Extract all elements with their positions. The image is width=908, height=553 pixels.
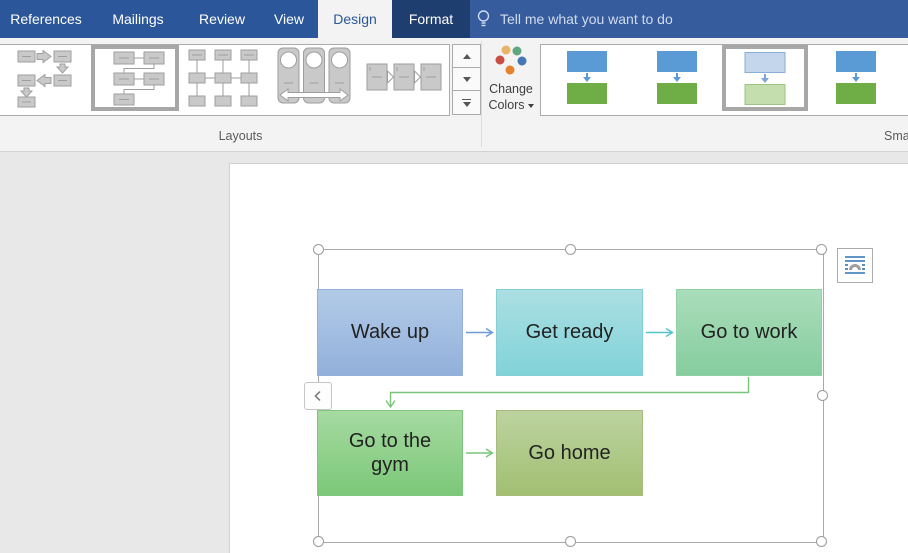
tab-format[interactable]: Format <box>392 0 470 38</box>
tab-format-label: Format <box>409 11 453 27</box>
change-colors-label-line2: Colors <box>488 98 524 112</box>
tab-design-label: Design <box>333 11 377 27</box>
ribbon-tab-bar: References Mailings Review View Design F… <box>0 0 908 38</box>
smartart-style-subtle-effect-selected[interactable] <box>722 45 808 111</box>
repeating-bending-process-icon <box>96 50 174 106</box>
tab-review[interactable]: Review <box>184 0 260 38</box>
smartart-node-go-to-work[interactable]: Go to work <box>676 289 822 376</box>
change-colors-label-line1: Change <box>489 82 533 96</box>
layout-thumb-bending-process-arrows[interactable] <box>17 48 75 108</box>
change-colors-icon <box>493 44 529 78</box>
tell-me-label: Tell me what you want to do <box>500 11 673 27</box>
smartart-style-intense-effect[interactable] <box>835 51 877 104</box>
smartart-node-wake-up[interactable]: Wake up <box>317 289 463 376</box>
layout-thumb-picture-accent-process[interactable] <box>366 60 442 94</box>
tab-view-label: View <box>274 11 304 27</box>
continuous-picture-list-icon <box>277 47 351 107</box>
tab-view[interactable]: View <box>260 0 318 38</box>
style-subtle-effect-icon <box>744 52 786 105</box>
layout-options-icon <box>844 255 866 277</box>
layouts-gallery-scroll-up-button[interactable] <box>452 44 481 69</box>
tab-design-active[interactable]: Design <box>318 0 392 38</box>
selection-handle-right-middle[interactable] <box>817 390 828 401</box>
picture-accent-process-icon <box>366 60 442 94</box>
gallery-more-icon <box>462 99 471 100</box>
word-smartart-window: { "tabs": { "items": [ {"label": "Refere… <box>0 0 908 552</box>
selection-handle-top-left[interactable] <box>313 244 324 255</box>
layouts-gallery-more-button[interactable] <box>452 90 481 115</box>
layouts-gallery-scroll-down-button[interactable] <box>452 67 481 92</box>
scroll-down-icon <box>463 77 471 82</box>
selection-handle-bottom-left[interactable] <box>313 536 324 547</box>
style-white-outline-icon <box>656 51 698 104</box>
node-label: Go to the gym <box>335 429 445 478</box>
tell-me-box[interactable]: Tell me what you want to do <box>476 0 673 38</box>
ribbon-design-tab-content: Layouts Change Colors <box>0 38 908 152</box>
tab-review-label: Review <box>199 11 245 27</box>
style-simple-fill-icon <box>566 51 608 104</box>
bending-process-arrows-icon <box>17 48 75 108</box>
block-list-grid-icon <box>188 48 258 108</box>
tab-references[interactable]: References <box>0 0 92 38</box>
group-separator <box>481 41 482 147</box>
selection-handle-bottom-center[interactable] <box>565 536 576 547</box>
smartart-node-get-ready[interactable]: Get ready <box>496 289 643 376</box>
smartart-node-go-to-the-gym[interactable]: Go to the gym <box>317 410 463 496</box>
style-intense-effect-icon <box>835 51 877 104</box>
smartart-style-white-outline[interactable] <box>656 51 698 104</box>
layout-thumb-block-list-grid[interactable] <box>188 48 258 108</box>
smartart-style-simple-fill[interactable] <box>566 51 608 104</box>
layout-thumb-continuous-picture-list[interactable] <box>277 47 351 107</box>
node-label: Get ready <box>526 320 614 344</box>
dropdown-caret-icon <box>528 104 534 108</box>
gallery-more-arrow-icon <box>463 102 471 107</box>
chevron-left-icon <box>314 390 322 402</box>
smartart-node-go-home[interactable]: Go home <box>496 410 643 496</box>
layouts-group-label: Layouts <box>0 129 481 143</box>
selection-handle-top-center[interactable] <box>565 244 576 255</box>
node-label: Go home <box>528 441 610 465</box>
node-label: Go to work <box>701 320 798 344</box>
layout-thumb-repeating-bending-process-selected[interactable] <box>91 45 179 111</box>
tab-mailings-label: Mailings <box>112 11 163 27</box>
tab-references-label: References <box>10 11 82 27</box>
tab-mailings[interactable]: Mailings <box>92 0 184 38</box>
text-pane-toggle-button[interactable] <box>304 382 332 410</box>
smartart-styles-group-label: Sma <box>884 129 908 143</box>
scroll-up-icon <box>463 54 471 59</box>
selection-handle-top-right[interactable] <box>816 244 827 255</box>
node-label: Wake up <box>351 320 429 344</box>
layout-options-button[interactable] <box>837 248 873 283</box>
change-colors-button[interactable]: Change Colors <box>483 40 539 148</box>
selection-handle-bottom-right[interactable] <box>816 536 827 547</box>
lightbulb-icon <box>476 9 491 29</box>
